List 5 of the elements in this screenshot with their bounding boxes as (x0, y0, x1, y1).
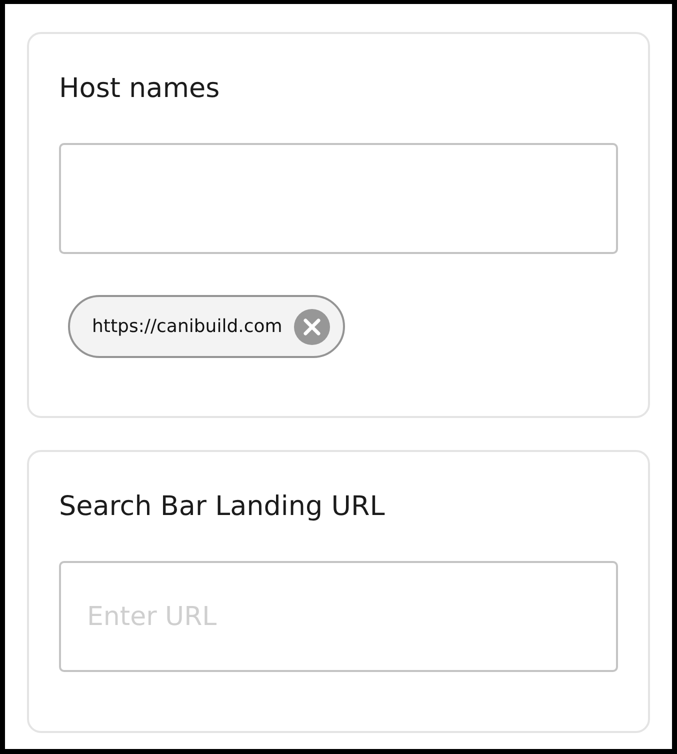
section-title: Search Bar Landing URL (59, 490, 386, 524)
section-title: Host names (59, 72, 221, 106)
input-field[interactable] (59, 143, 618, 254)
remove-icon[interactable] (294, 308, 330, 344)
tag-label: https://canibuild.com (92, 316, 282, 337)
